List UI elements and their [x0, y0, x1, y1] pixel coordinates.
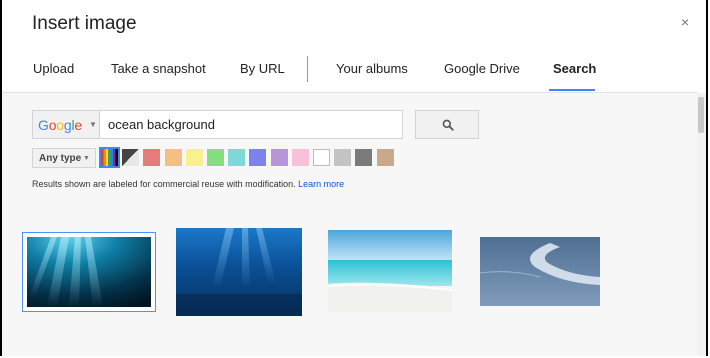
- learn-more-link[interactable]: Learn more: [298, 179, 344, 189]
- image-type-dropdown[interactable]: Any type ▼: [32, 148, 96, 168]
- search-button[interactable]: [415, 110, 479, 139]
- color-swatch-gray[interactable]: [334, 149, 352, 166]
- color-swatch-black[interactable]: [355, 149, 373, 166]
- tab-by-url[interactable]: By URL: [240, 61, 285, 76]
- result-image: [479, 237, 600, 306]
- result-tropical-beach[interactable]: [327, 230, 453, 312]
- tab-search[interactable]: Search: [553, 61, 596, 76]
- color-swatch-black-and-white[interactable]: [122, 149, 140, 166]
- color-swatch-green[interactable]: [207, 149, 224, 166]
- active-tab-indicator: [549, 89, 595, 91]
- chevron-down-icon: ▼: [89, 120, 97, 129]
- tab-take-a-snapshot[interactable]: Take a snapshot: [111, 61, 206, 76]
- color-swatch-red[interactable]: [143, 149, 161, 166]
- search-icon: [442, 119, 454, 131]
- search-engine-dropdown[interactable]: Google ▼: [32, 110, 100, 139]
- color-swatch-full-color[interactable]: [99, 147, 120, 168]
- color-swatch-pink[interactable]: [291, 149, 309, 166]
- color-swatch-purple[interactable]: [270, 149, 288, 166]
- color-swatch-blue[interactable]: [249, 149, 267, 166]
- tab-google-drive[interactable]: Google Drive: [444, 61, 520, 76]
- close-icon[interactable]: ×: [681, 14, 689, 30]
- result-underwater-light-rays[interactable]: [22, 232, 156, 312]
- license-notice: Results shown are labeled for commercial…: [32, 179, 344, 189]
- result-ocean-surface-aerial[interactable]: [479, 237, 600, 306]
- result-deep-blue-sea[interactable]: [176, 228, 302, 316]
- tab-divider: [307, 56, 308, 82]
- color-swatch-orange[interactable]: [164, 149, 182, 166]
- image-type-label: Any type: [39, 153, 82, 164]
- result-image: [176, 228, 302, 316]
- scrollbar[interactable]: [697, 93, 706, 356]
- dialog-title: Insert image: [32, 13, 137, 34]
- scrollbar-thumb[interactable]: [698, 97, 704, 133]
- color-swatch-white[interactable]: [313, 149, 330, 166]
- chevron-down-icon: ▼: [83, 155, 90, 162]
- tab-your-albums[interactable]: Your albums: [336, 61, 408, 76]
- color-swatch-teal[interactable]: [228, 149, 246, 166]
- search-input[interactable]: [99, 110, 403, 139]
- google-logo: Google: [38, 117, 82, 133]
- tab-upload[interactable]: Upload: [33, 61, 74, 76]
- result-image: [27, 237, 151, 307]
- license-notice-text: Results shown are labeled for commercial…: [32, 179, 296, 189]
- tab-bar: Upload Take a snapshot By URL Your album…: [0, 56, 706, 92]
- result-image: [327, 230, 453, 312]
- color-swatch-yellow[interactable]: [185, 149, 203, 166]
- color-swatch-brown[interactable]: [376, 149, 394, 166]
